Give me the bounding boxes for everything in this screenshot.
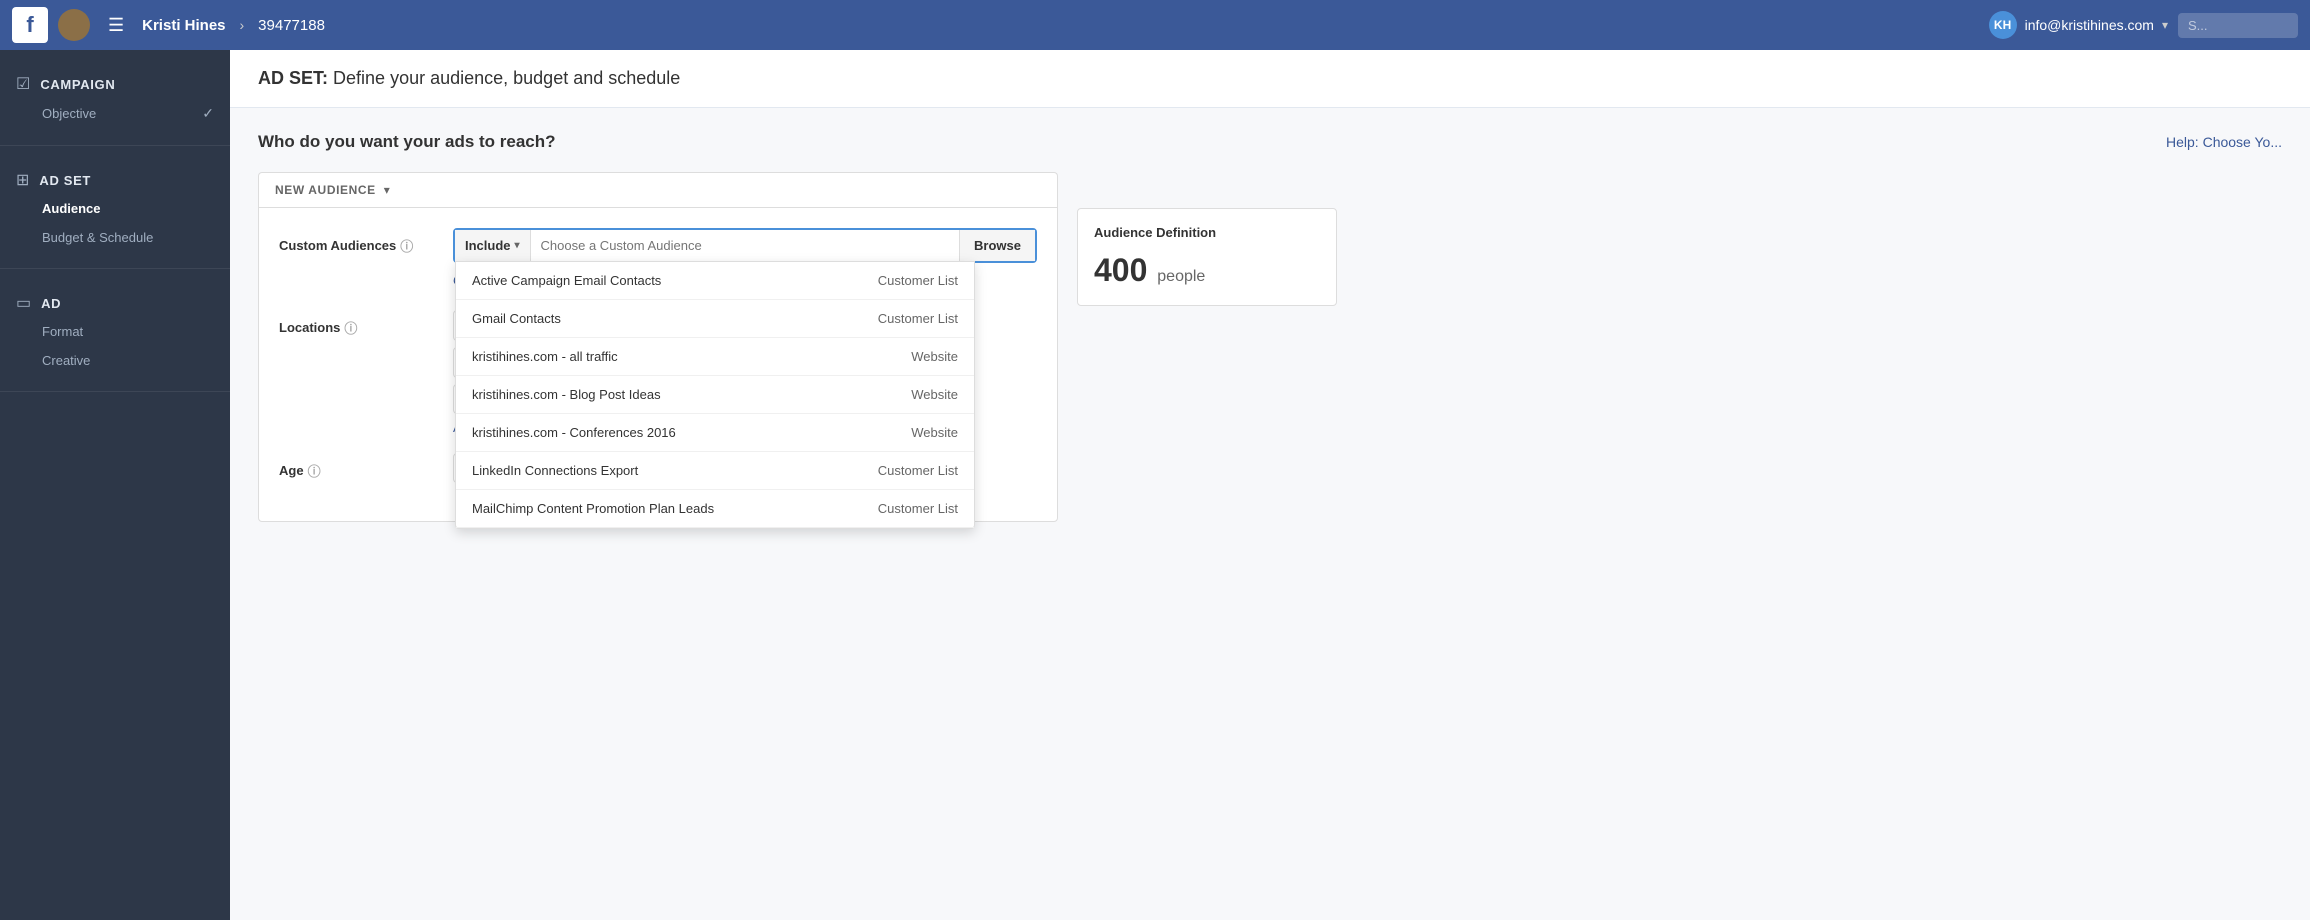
sidebar-item-format-label: Format <box>42 324 83 339</box>
dropdown-item-type-5: Customer List <box>878 463 958 478</box>
user-avatar <box>58 9 90 41</box>
include-dropdown[interactable]: Include ▾ <box>455 230 531 261</box>
audience-dropdown-menu: Active Campaign Email Contacts Customer … <box>455 261 975 529</box>
sidebar-item-objective-label: Objective <box>42 106 96 121</box>
new-audience-label: NEW AUDIENCE <box>275 183 376 197</box>
dropdown-item-0[interactable]: Active Campaign Email Contacts Customer … <box>456 262 974 300</box>
adset-label: AD SET <box>39 173 91 188</box>
age-info-icon[interactable]: ⓘ <box>308 461 321 480</box>
audience-form-panel: Custom Audiences ⓘ Include ▾ Browse <box>258 207 1058 522</box>
dropdown-item-3[interactable]: kristihines.com - Blog Post Ideas Websit… <box>456 376 974 414</box>
sidebar-item-format[interactable]: Format <box>0 317 230 346</box>
breadcrumb-arrow: › <box>240 17 245 33</box>
ad-icon: ▭ <box>16 293 31 313</box>
dropdown-item-type-2: Website <box>911 349 958 364</box>
new-audience-bar[interactable]: NEW AUDIENCE ▾ <box>258 172 1058 207</box>
dropdown-item-5[interactable]: LinkedIn Connections Export Customer Lis… <box>456 452 974 490</box>
new-audience-arrow-icon: ▾ <box>384 183 390 197</box>
adset-icon: ⊞ <box>16 170 29 190</box>
people-count: 400 <box>1094 252 1147 288</box>
sidebar-adset-section: ⊞ AD SET Audience Budget & Schedule <box>0 146 230 269</box>
audience-section: Who do you want your ads to reach? Help:… <box>230 108 2310 920</box>
main-content: AD SET: Define your audience, budget and… <box>230 50 2310 920</box>
dropdown-item-type-6: Customer List <box>878 501 958 516</box>
dropdown-item-name-4: kristihines.com - Conferences 2016 <box>472 425 676 440</box>
search-input[interactable] <box>2178 13 2298 38</box>
campaign-label: CAMPAIGN <box>40 77 115 92</box>
age-label: Age ⓘ <box>279 453 439 480</box>
custom-audiences-label: Custom Audiences ⓘ <box>279 228 439 255</box>
sidebar-item-audience-label: Audience <box>42 201 101 216</box>
include-caret-icon: ▾ <box>515 240 520 251</box>
audience-def-title: Audience Definition <box>1094 225 1320 240</box>
menu-icon[interactable]: ☰ <box>100 11 132 40</box>
audience-question-row: Who do you want your ads to reach? Help:… <box>258 132 2282 152</box>
user-name: Kristi Hines <box>142 17 225 34</box>
sidebar: ☑ CAMPAIGN Objective ✓ ⊞ AD SET Audience… <box>0 50 230 920</box>
sidebar-ad-header: ▭ AD <box>0 285 230 317</box>
dropdown-item-6[interactable]: MailChimp Content Promotion Plan Leads C… <box>456 490 974 528</box>
audience-definition-panel: Audience Definition 400 people <box>1077 208 1337 306</box>
sidebar-item-budget-label: Budget & Schedule <box>42 230 153 245</box>
sidebar-campaign-header: ☑ CAMPAIGN <box>0 66 230 98</box>
dropdown-item-name-5: LinkedIn Connections Export <box>472 463 638 478</box>
campaign-icon: ☑ <box>16 74 30 94</box>
adset-title-prefix: AD SET: <box>258 68 328 88</box>
adset-title-suffix: Define your audience, budget and schedul… <box>333 68 680 88</box>
include-label: Include <box>465 238 511 253</box>
dropdown-item-2[interactable]: kristihines.com - all traffic Website <box>456 338 974 376</box>
sidebar-item-creative-label: Creative <box>42 353 90 368</box>
browse-button[interactable]: Browse <box>959 230 1035 261</box>
dropdown-item-1[interactable]: Gmail Contacts Customer List <box>456 300 974 338</box>
dropdown-item-name-3: kristihines.com - Blog Post Ideas <box>472 387 661 402</box>
sidebar-ad-section: ▭ AD Format Creative <box>0 269 230 392</box>
locations-info-icon[interactable]: ⓘ <box>344 318 357 337</box>
facebook-logo: f <box>12 7 48 43</box>
adset-title: AD SET: Define your audience, budget and… <box>258 68 2282 89</box>
email-dropdown-arrow[interactable]: ▾ <box>2162 18 2168 32</box>
dropdown-item-name-2: kristihines.com - all traffic <box>472 349 618 364</box>
custom-audience-input[interactable] <box>531 230 959 261</box>
dropdown-item-type-4: Website <box>911 425 958 440</box>
dropdown-item-name-1: Gmail Contacts <box>472 311 561 326</box>
sidebar-item-audience[interactable]: Audience <box>0 194 230 223</box>
audience-people-count-area: 400 people <box>1094 252 1320 289</box>
objective-check-icon: ✓ <box>202 105 214 122</box>
user-area: KH info@kristihines.com ▾ <box>1989 11 2168 39</box>
help-link[interactable]: Help: Choose Yo... <box>2166 134 2282 150</box>
dropdown-item-type-1: Customer List <box>878 311 958 326</box>
sidebar-campaign-section: ☑ CAMPAIGN Objective ✓ <box>0 50 230 146</box>
custom-audiences-row: Custom Audiences ⓘ Include ▾ Browse <box>279 228 1037 292</box>
locations-label: Locations ⓘ <box>279 310 439 337</box>
user-email: info@kristihines.com <box>2025 17 2154 33</box>
sidebar-item-budget-schedule[interactable]: Budget & Schedule <box>0 223 230 252</box>
ad-label: AD <box>41 296 61 311</box>
top-navigation: f ☰ Kristi Hines › 39477188 KH info@kris… <box>0 0 2310 50</box>
audience-question: Who do you want your ads to reach? <box>258 132 556 152</box>
sidebar-item-creative[interactable]: Creative <box>0 346 230 375</box>
user-initials-badge: KH <box>1989 11 2017 39</box>
account-id: 39477188 <box>258 17 325 34</box>
dropdown-item-4[interactable]: kristihines.com - Conferences 2016 Websi… <box>456 414 974 452</box>
custom-audiences-control: Include ▾ Browse Active Campaign Email C… <box>453 228 1037 292</box>
dropdown-item-name-6: MailChimp Content Promotion Plan Leads <box>472 501 714 516</box>
people-label: people <box>1157 268 1205 285</box>
dropdown-item-type-0: Customer List <box>878 273 958 288</box>
adset-header: AD SET: Define your audience, budget and… <box>230 50 2310 108</box>
custom-audiences-info-icon[interactable]: ⓘ <box>400 236 413 255</box>
audience-input-container: Include ▾ Browse Active Campaign Email C… <box>453 228 1037 263</box>
dropdown-item-name-0: Active Campaign Email Contacts <box>472 273 661 288</box>
dropdown-item-type-3: Website <box>911 387 958 402</box>
sidebar-adset-header: ⊞ AD SET <box>0 162 230 194</box>
sidebar-item-objective[interactable]: Objective ✓ <box>0 98 230 129</box>
